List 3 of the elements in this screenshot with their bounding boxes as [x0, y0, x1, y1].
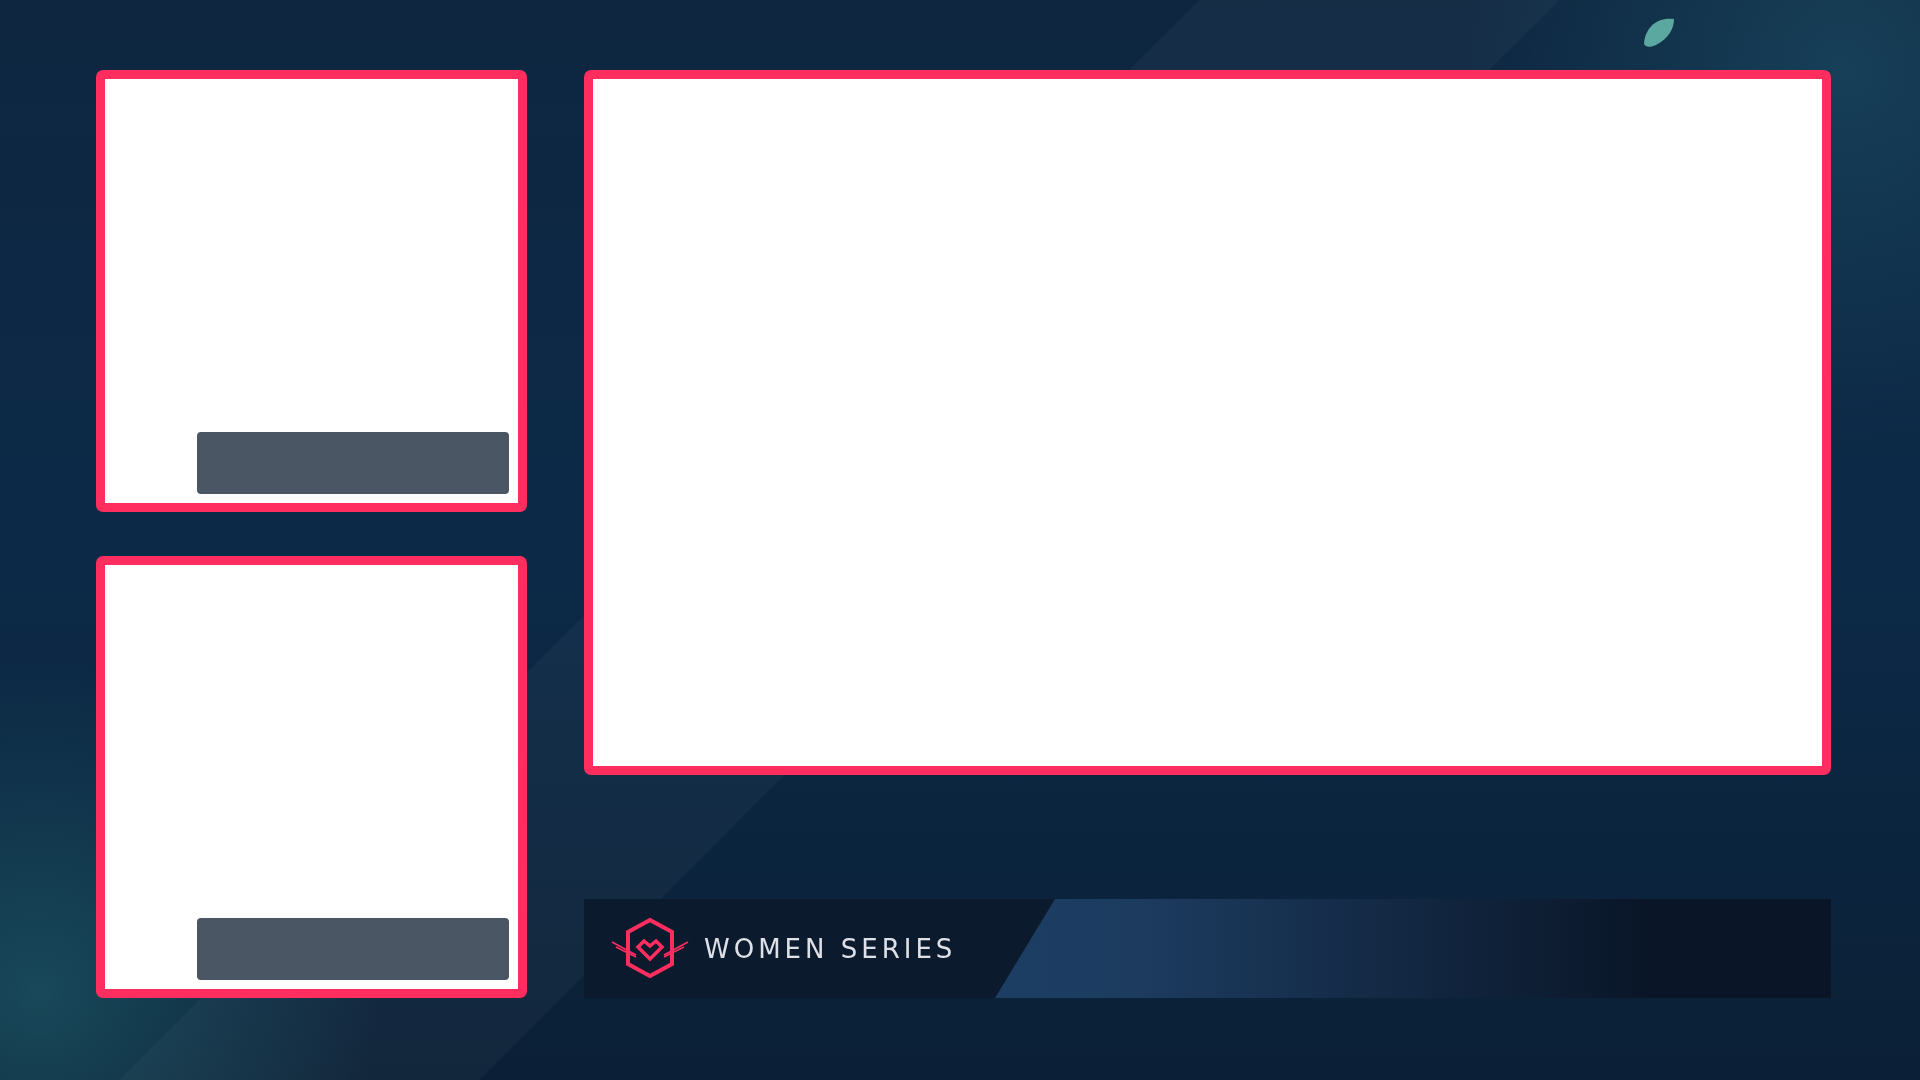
leaf-icon: [1642, 17, 1676, 49]
heart-hexagon-logo-icon: [610, 916, 690, 981]
series-title: WOMEN SERIES: [704, 933, 957, 964]
